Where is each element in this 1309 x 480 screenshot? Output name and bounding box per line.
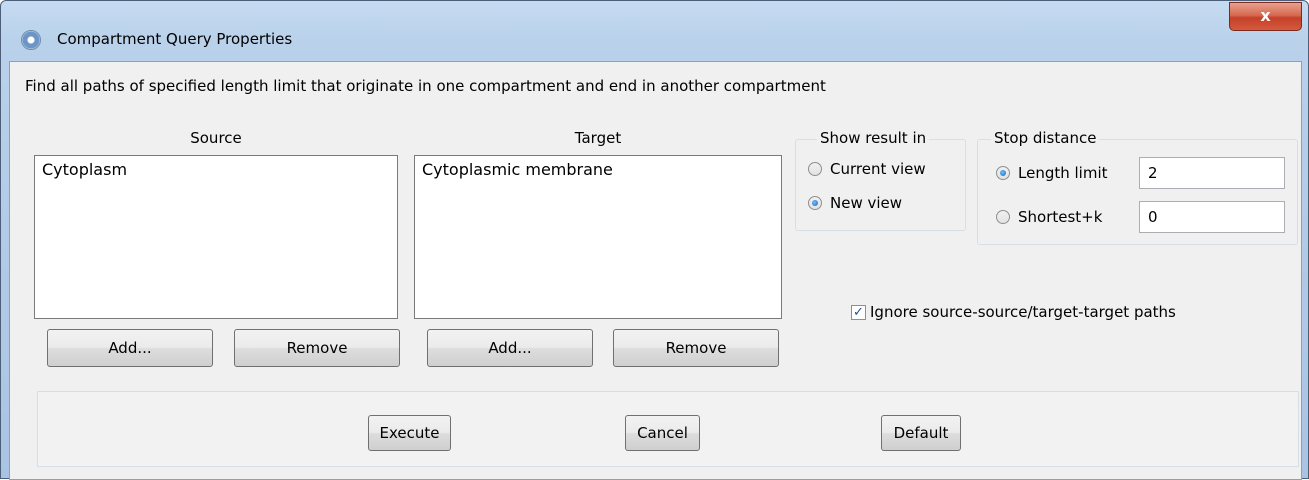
source-remove-button[interactable]: Remove bbox=[234, 329, 400, 367]
target-list-item[interactable]: Cytoplasmic membrane bbox=[422, 160, 774, 179]
length-limit-label: Length limit bbox=[1018, 164, 1108, 182]
target-listbox[interactable]: Cytoplasmic membrane bbox=[414, 155, 782, 319]
show-result-legend: Show result in bbox=[817, 129, 930, 147]
source-add-button[interactable]: Add... bbox=[47, 329, 213, 367]
title-bar[interactable]: Compartment Query Properties bbox=[1, 1, 1308, 53]
shortest-k-label: Shortest+k bbox=[1018, 208, 1103, 226]
description-text: Find all paths of specified length limit… bbox=[25, 77, 826, 95]
new-view-label: New view bbox=[830, 194, 903, 212]
new-view-option[interactable]: New view bbox=[808, 194, 902, 212]
close-button[interactable]: x bbox=[1229, 2, 1302, 31]
current-view-radio[interactable] bbox=[808, 162, 822, 176]
source-list-item[interactable]: Cytoplasm bbox=[42, 160, 390, 179]
current-view-option[interactable]: Current view bbox=[808, 160, 926, 178]
ignore-paths-label: Ignore source-source/target-target paths bbox=[870, 303, 1176, 321]
stop-distance-legend: Stop distance bbox=[991, 129, 1100, 147]
dialog-window: Compartment Query Properties x Find all … bbox=[0, 0, 1309, 480]
default-button[interactable]: Default bbox=[881, 415, 961, 451]
cancel-button[interactable]: Cancel bbox=[625, 415, 700, 451]
execute-button[interactable]: Execute bbox=[368, 415, 451, 451]
ignore-paths-option[interactable]: ✓ Ignore source-source/target-target pat… bbox=[851, 303, 1176, 321]
shortest-k-input[interactable]: 0 bbox=[1139, 201, 1285, 233]
source-listbox[interactable]: Cytoplasm bbox=[34, 155, 398, 319]
shortest-k-option[interactable]: Shortest+k bbox=[996, 208, 1102, 226]
length-limit-option[interactable]: Length limit bbox=[996, 164, 1108, 182]
target-label: Target bbox=[574, 129, 622, 147]
app-icon bbox=[21, 30, 41, 50]
new-view-radio[interactable] bbox=[808, 196, 822, 210]
target-add-button[interactable]: Add... bbox=[427, 329, 593, 367]
length-limit-radio[interactable] bbox=[996, 166, 1010, 180]
source-label: Source bbox=[190, 129, 242, 147]
target-remove-button[interactable]: Remove bbox=[613, 329, 779, 367]
shortest-k-radio[interactable] bbox=[996, 210, 1010, 224]
window-title: Compartment Query Properties bbox=[57, 30, 293, 48]
length-limit-input[interactable]: 2 bbox=[1139, 157, 1285, 189]
close-icon: x bbox=[1260, 6, 1271, 25]
check-icon: ✓ bbox=[853, 304, 864, 320]
show-result-group bbox=[795, 139, 966, 231]
current-view-label: Current view bbox=[830, 160, 926, 178]
ignore-paths-checkbox[interactable]: ✓ bbox=[851, 304, 866, 320]
